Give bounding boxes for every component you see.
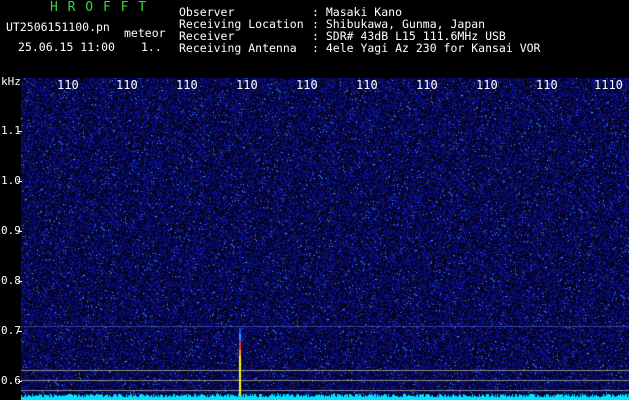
x-tick-label: 110 xyxy=(356,78,378,92)
y-tick-mark xyxy=(18,131,22,132)
x-tick-label: 110 xyxy=(536,78,558,92)
y-tick-mark xyxy=(18,181,22,182)
meteor-tag: meteor xyxy=(124,26,166,40)
header-panel: H R O F F T UT2506151100.pn meteor 25.06… xyxy=(0,0,629,78)
y-axis-unit: kHz xyxy=(1,75,21,88)
x-tick-label: 110 xyxy=(116,78,138,92)
y-tick-mark xyxy=(18,281,22,282)
x-tick-label: 1110 xyxy=(594,78,623,92)
page-marker: 1.. xyxy=(141,40,162,54)
y-tick-mark xyxy=(18,231,22,232)
spectrogram-waterfall xyxy=(21,78,629,400)
y-tick-mark xyxy=(18,381,22,382)
antenna-label: Receiving Antenna xyxy=(179,41,297,55)
datetime-label: 25.06.15 11:00 xyxy=(18,40,115,54)
x-tick-label: 110 xyxy=(176,78,198,92)
y-tick-mark xyxy=(18,331,22,332)
x-tick-label: 110 xyxy=(296,78,318,92)
x-tick-label: 110 xyxy=(416,78,438,92)
x-tick-label: 110 xyxy=(476,78,498,92)
app-logo: H R O F F T xyxy=(50,0,148,15)
x-tick-label: 110 xyxy=(236,78,258,92)
filename-label: UT2506151100.pn xyxy=(6,20,110,34)
x-tick-label: 110 xyxy=(57,78,79,92)
antenna-value: : 4ele Yagi Az 230 for Kansai VOR xyxy=(312,41,541,55)
